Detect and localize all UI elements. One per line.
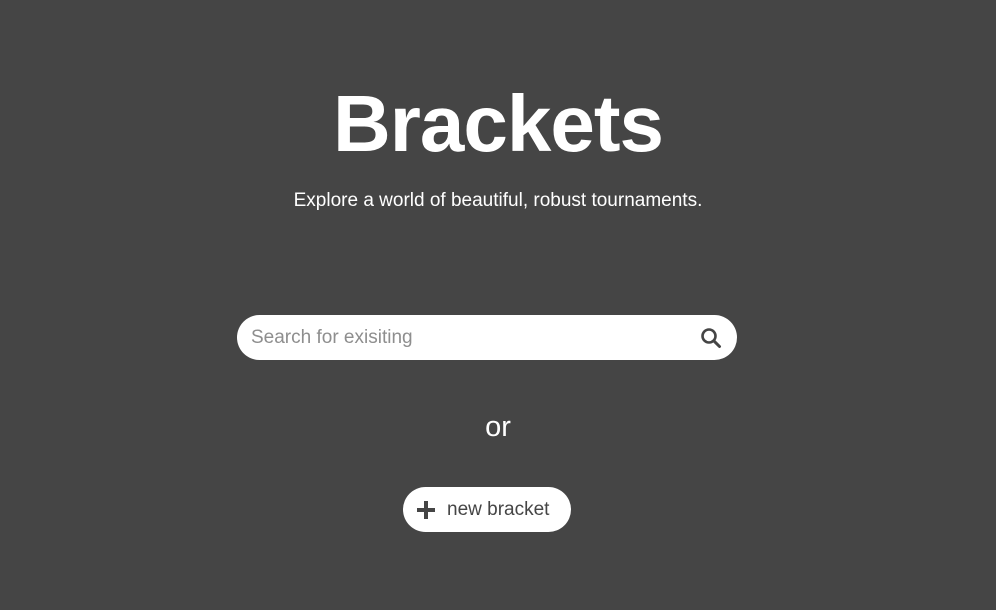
or-divider-text: or <box>485 411 511 443</box>
hero-section: Brackets Explore a world of beautiful, r… <box>0 0 996 610</box>
new-bracket-button[interactable]: new bracket <box>403 487 571 532</box>
page-title: Brackets <box>332 79 664 168</box>
search-icon[interactable] <box>699 326 723 350</box>
page-subtitle: Explore a world of beautiful, robust tou… <box>293 190 703 211</box>
new-bracket-label: new bracket <box>447 499 550 520</box>
search-bar <box>237 315 737 360</box>
plus-icon <box>417 501 435 519</box>
search-input[interactable] <box>251 315 691 360</box>
